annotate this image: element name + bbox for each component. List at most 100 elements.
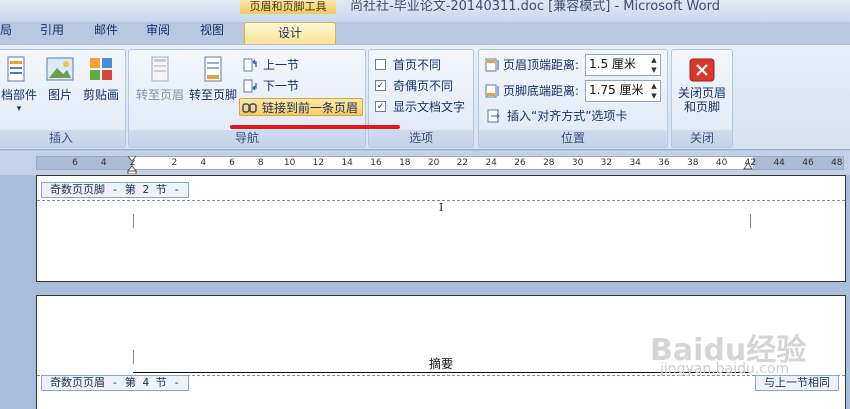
different-odd-even-label: 奇偶页不同	[393, 79, 454, 93]
different-first-page-label: 首页不同	[393, 58, 442, 72]
navigation-group: 转至页眉 转至页脚 上一节 下一节 链接到前一条页眉 导航	[128, 49, 366, 148]
docparts-label: 档部件	[0, 88, 37, 102]
ruler-tick-label: 38	[687, 158, 699, 168]
navigation-group-label: 导航	[129, 130, 365, 147]
close-header-footer-label-1: 关闭页眉	[677, 86, 726, 100]
goto-header-label: 转至页眉	[135, 88, 184, 102]
header-from-top-label: 页眉顶端距离:	[503, 58, 580, 72]
insert-alignment-tab-button[interactable]: 插入“对齐方式”选项卡	[485, 107, 627, 125]
options-group: 首页不同 ✓ 奇偶页不同 ✓ 显示文档文字 选项	[368, 49, 474, 148]
ruler-tick-label: 2	[171, 158, 178, 168]
insert-group-label: 插入	[0, 130, 125, 147]
ruler-tick-label: 4	[100, 158, 107, 168]
annotation-red-underline	[230, 125, 400, 129]
next-section-icon	[243, 79, 257, 93]
tab-layout[interactable]: 局	[0, 20, 12, 40]
show-document-text-checkbox[interactable]: ✓ 显示文档文字	[373, 98, 465, 116]
footer-from-bottom-value: 1.75 厘米	[589, 83, 644, 97]
baidu-watermark-url: jingyan.baidu.com	[660, 361, 790, 377]
ruler-tick-label: 34	[629, 158, 641, 168]
alignment-tab-icon	[487, 109, 500, 123]
picture-icon	[46, 57, 74, 81]
different-first-page-checkbox[interactable]: 首页不同	[373, 56, 441, 74]
ruler-tick-label: 20	[427, 158, 440, 168]
goto-header-icon	[151, 56, 169, 82]
ruler-right-margin	[753, 157, 843, 169]
goto-footer-label: 转至页脚	[188, 88, 237, 102]
footer-position-icon	[485, 84, 499, 98]
ribbon: 档部件 ▾ 图片 剪贴画 插入 转至页眉 转至页脚 上一节 下一节 链接到前一条…	[0, 44, 850, 150]
ruler-tick-label: 8	[257, 158, 264, 168]
link-to-previous-button[interactable]: 链接到前一条页眉	[239, 98, 364, 116]
ruler-tick-label: 28	[543, 158, 555, 168]
abstract-heading: 摘要	[429, 357, 454, 371]
ruler-tick-label: 40	[715, 158, 728, 168]
close-icon	[689, 58, 715, 82]
clipart-icon	[90, 58, 112, 80]
horizontal-ruler[interactable]: 6 4 2 2 4 6 8 10 12 14 16 18 20 22 24 26 28 30 32 34 36 38 40 4…	[36, 156, 844, 170]
margin-corner-left	[133, 350, 134, 364]
position-group: 页眉顶端距离: 1.5 厘米 ▲ ▼ 页脚底端距离: 1.75 厘米 ▲ ▼ 插入“…	[478, 49, 668, 148]
different-odd-even-checkbox[interactable]: ✓ 奇偶页不同	[373, 77, 453, 95]
footer-from-bottom-row: 页脚底端距离:	[483, 80, 579, 102]
options-group-label: 选项	[369, 130, 473, 147]
tab-references[interactable]: 引用	[40, 20, 64, 40]
close-group-label: 关闭	[672, 130, 732, 147]
header-from-top-value: 1.5 厘米	[589, 57, 636, 71]
clipart-button[interactable]: 剪贴画	[81, 54, 121, 102]
docparts-button[interactable]: 档部件 ▾	[0, 54, 39, 116]
spin-arrows-icon[interactable]: ▲ ▼	[648, 81, 660, 101]
ruler-tick-label: 44	[773, 158, 785, 168]
dropdown-arrow-icon: ▾	[16, 104, 22, 114]
ruler-tick-label: 14	[341, 158, 353, 168]
indent-marker-icon[interactable]	[127, 156, 137, 174]
ruler-tick-label: 46	[802, 158, 814, 168]
right-indent-marker-icon[interactable]	[743, 162, 753, 172]
next-section-label: 下一节	[263, 79, 300, 93]
ruler-tick-label: 32	[600, 158, 613, 168]
text-cursor-icon: I	[439, 201, 444, 214]
goto-footer-icon	[204, 56, 222, 82]
link-to-previous-label: 链接到前一条页眉	[262, 101, 359, 115]
close-group: 关闭页眉 和页脚 关闭	[671, 49, 733, 148]
position-group-label: 位置	[479, 130, 667, 147]
ruler-tick-label: 10	[283, 158, 296, 168]
header-from-top-row: 页眉顶端距离:	[483, 54, 579, 76]
odd-header-tag: 奇数页页眉 - 第 4 节 -	[41, 375, 189, 391]
tab-design[interactable]: 设计	[244, 22, 336, 46]
ruler-area: 6 4 2 2 4 6 8 10 12 14 16 18 20 22 24 26 28 30 32 34 36 38 40 4…	[0, 151, 850, 175]
margin-corner-left	[133, 214, 134, 228]
header-from-top-input[interactable]: 1.5 厘米 ▲ ▼	[585, 54, 661, 76]
odd-footer-tag: 奇数页页脚 - 第 2 节 -	[41, 182, 189, 198]
tab-view[interactable]: 视图	[200, 20, 224, 40]
footer-from-bottom-input[interactable]: 1.75 厘米 ▲ ▼	[585, 80, 661, 102]
ruler-tick-label: 48	[831, 158, 843, 168]
close-header-footer-button[interactable]: 关闭页眉 和页脚	[674, 58, 730, 114]
document-area: 奇数页页脚 - 第 2 节 - I 摘要 奇数页页眉 - 第 4 节 - 与上一…	[0, 175, 850, 409]
header-rule-line	[133, 372, 750, 373]
goto-footer-button[interactable]: 转至页脚	[187, 54, 239, 102]
checkbox-box	[375, 59, 386, 70]
insert-alignment-tab-label: 插入“对齐方式”选项卡	[507, 109, 628, 123]
insert-group: 档部件 ▾ 图片 剪贴画 插入	[0, 49, 126, 148]
margin-corner-right	[750, 214, 751, 228]
previous-section-button[interactable]: 上一节	[241, 56, 299, 74]
tab-review[interactable]: 审阅	[146, 20, 170, 40]
same-as-previous-tag: 与上一节相同	[755, 375, 839, 391]
ruler-left-margin	[37, 157, 133, 169]
tab-mailings[interactable]: 邮件	[94, 20, 118, 40]
next-section-button[interactable]: 下一节	[241, 77, 299, 95]
page-1[interactable]: 奇数页页脚 - 第 2 节 - I	[36, 175, 846, 282]
picture-button[interactable]: 图片	[43, 54, 77, 102]
header-position-icon	[485, 58, 499, 72]
ruler-tick-label: 4	[200, 158, 207, 168]
context-tool-label: 页眉和页脚工具	[240, 0, 336, 14]
spin-arrows-icon[interactable]: ▲ ▼	[648, 55, 660, 75]
check-icon: ✓	[375, 101, 386, 112]
ruler-tick-label: 24	[485, 158, 497, 168]
goto-header-button[interactable]: 转至页眉	[133, 54, 187, 102]
ruler-tick-label: 36	[658, 158, 670, 168]
previous-section-label: 上一节	[263, 58, 300, 72]
link-chain-icon	[242, 103, 257, 113]
ruler-tick-label: 30	[571, 158, 584, 168]
